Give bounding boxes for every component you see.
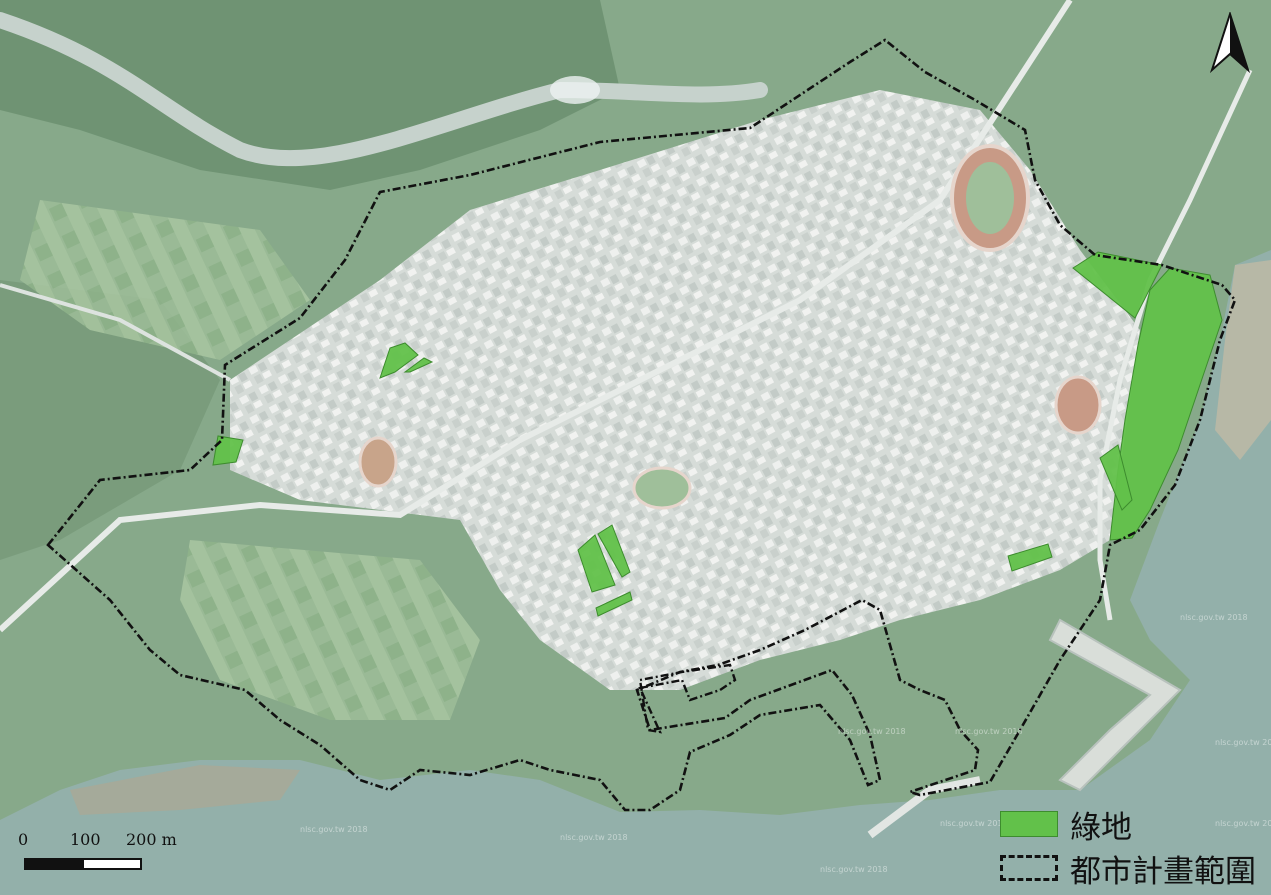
plan-boundary-swatch bbox=[1000, 855, 1058, 881]
north-arrow bbox=[1206, 10, 1254, 74]
scale-tick-100: 100 bbox=[70, 830, 101, 849]
river-glare bbox=[550, 76, 600, 104]
svg-text:nlsc.gov.tw 2018: nlsc.gov.tw 2018 bbox=[300, 825, 368, 834]
stadium-field bbox=[966, 162, 1014, 234]
green-space-swatch bbox=[1000, 811, 1058, 837]
scale-segment-light bbox=[82, 858, 142, 870]
north-arrow-icon bbox=[1209, 10, 1251, 74]
school-track-west bbox=[358, 436, 398, 488]
svg-text:nlsc.gov.tw 2018: nlsc.gov.tw 2018 bbox=[838, 727, 906, 736]
legend-label-plan-boundary: 都市計畫範圍 bbox=[1070, 853, 1256, 890]
scale-tick-200: 200 m bbox=[126, 830, 177, 849]
legend-item-plan-boundary: 都市計畫範圍 bbox=[1000, 849, 1265, 890]
svg-text:nlsc.gov.tw 2018: nlsc.gov.tw 2018 bbox=[955, 727, 1023, 736]
map-legend: 綠地 都市計畫範圍 bbox=[1000, 805, 1265, 890]
scale-segment-dark bbox=[24, 858, 84, 870]
svg-text:nlsc.gov.tw 2018: nlsc.gov.tw 2018 bbox=[820, 865, 888, 874]
svg-text:nlsc.gov.tw 2018: nlsc.gov.tw 2018 bbox=[1215, 738, 1271, 747]
svg-text:nlsc.gov.tw 2018: nlsc.gov.tw 2018 bbox=[1180, 613, 1248, 622]
school-track-center bbox=[632, 466, 692, 510]
scale-bar: 0 100 200 m bbox=[18, 830, 188, 880]
legend-label-green-space: 綠地 bbox=[1070, 809, 1132, 846]
aerial-map: nlsc.gov.tw 2018 nlsc.gov.tw 2018 nlsc.g… bbox=[0, 0, 1271, 895]
svg-text:nlsc.gov.tw 2018: nlsc.gov.tw 2018 bbox=[560, 833, 628, 842]
svg-text:nlsc.gov.tw 2018: nlsc.gov.tw 2018 bbox=[940, 819, 1008, 828]
scale-tick-0: 0 bbox=[18, 830, 29, 849]
school-track-east bbox=[1054, 375, 1102, 435]
legend-item-green-space: 綠地 bbox=[1000, 805, 1265, 846]
